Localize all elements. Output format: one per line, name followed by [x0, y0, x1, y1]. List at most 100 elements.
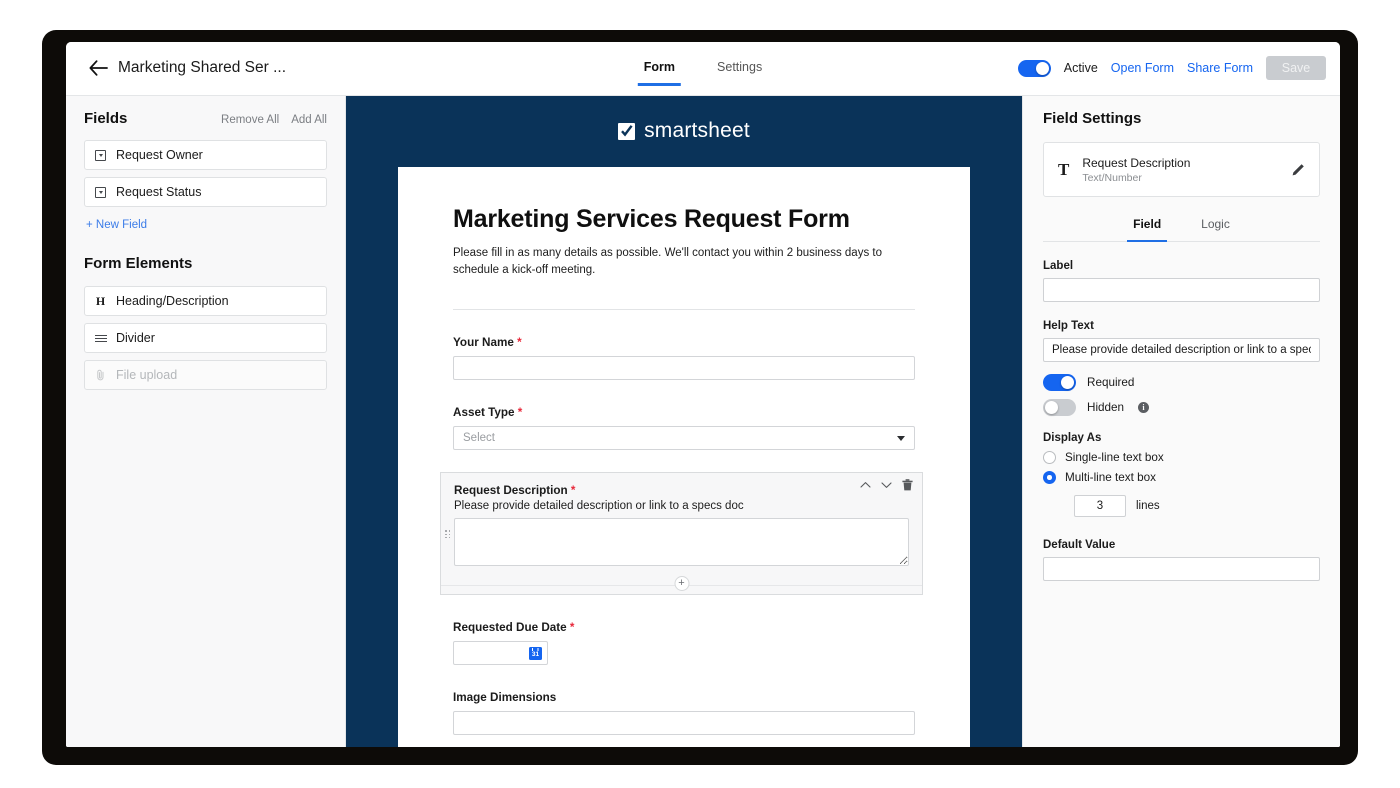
form-sheet: Marketing Services Request Form Please f…: [398, 167, 970, 747]
top-bar-actions: Active Open Form Share Form Save: [1018, 52, 1326, 84]
drag-handle-icon[interactable]: [445, 530, 450, 539]
radio-multi-line[interactable]: Multi-line text box: [1043, 471, 1320, 484]
form-title: Marketing Services Request Form: [453, 205, 915, 234]
requested-due-date-input[interactable]: 31: [453, 641, 548, 665]
form-field-label: Asset Type *: [453, 406, 915, 419]
save-button[interactable]: Save: [1266, 56, 1326, 80]
fields-title: Fields: [84, 110, 127, 127]
element-chip-heading-description[interactable]: H Heading/Description: [84, 286, 327, 316]
tab-settings[interactable]: Settings: [711, 60, 768, 86]
tab-logic[interactable]: Logic: [1201, 217, 1230, 241]
lines-row: lines: [1074, 495, 1320, 517]
active-toggle[interactable]: [1018, 60, 1051, 77]
required-toggle[interactable]: [1043, 374, 1076, 391]
open-form-link[interactable]: Open Form: [1111, 61, 1174, 75]
label-text: Asset Type: [453, 406, 515, 419]
field-chip-request-status[interactable]: Request Status: [84, 177, 327, 207]
selected-field-card-type: Text/Number: [1082, 172, 1278, 184]
back-button[interactable]: [84, 54, 112, 82]
help-text-setting-group: Help Text: [1043, 320, 1320, 362]
dropdown-box-icon: [94, 149, 107, 162]
remove-all-button[interactable]: Remove All: [221, 114, 279, 126]
document-title[interactable]: Marketing Shared Ser ...: [118, 54, 286, 82]
dropdown-box-icon: [94, 186, 107, 199]
element-chip-divider[interactable]: Divider: [84, 323, 327, 353]
chevron-down-icon[interactable]: [881, 481, 892, 489]
default-value-group: Default Value: [1043, 539, 1320, 581]
label-setting-group: Label: [1043, 260, 1320, 302]
selected-field-card[interactable]: T Request Description Text/Number: [1043, 142, 1320, 197]
top-bar: Marketing Shared Ser ... Form Settings A…: [66, 42, 1340, 96]
field-chip-label: Request Owner: [116, 148, 203, 162]
required-label: Required: [1087, 376, 1134, 389]
plus-icon[interactable]: +: [674, 576, 689, 591]
pencil-icon[interactable]: [1291, 163, 1305, 177]
text-type-icon: T: [1058, 161, 1069, 178]
element-chip-label: Divider: [116, 331, 155, 345]
label-text: Image Dimensions: [453, 691, 556, 704]
your-name-input[interactable]: [453, 356, 915, 380]
fields-actions: Remove All Add All: [221, 114, 327, 126]
help-text-setting-heading: Help Text: [1043, 320, 1320, 332]
request-description-textarea[interactable]: [454, 518, 909, 566]
form-elements-title: Form Elements: [84, 255, 327, 272]
required-setting-row: Required: [1043, 374, 1320, 391]
chevron-down-icon: [897, 436, 905, 441]
selected-field-block[interactable]: Request Description * Please provide det…: [440, 472, 923, 595]
form-field-label: Your Name *: [453, 336, 915, 349]
asset-type-select[interactable]: Select: [453, 426, 915, 450]
body-row: Fields Remove All Add All Request Owner: [66, 96, 1340, 747]
left-panel: Fields Remove All Add All Request Owner: [66, 96, 346, 747]
field-chip-label: Request Status: [116, 185, 201, 199]
field-settings-title: Field Settings: [1043, 110, 1320, 127]
add-all-button[interactable]: Add All: [291, 114, 327, 126]
label-setting-heading: Label: [1043, 260, 1320, 272]
form-field-your-name: Your Name *: [453, 336, 915, 380]
arrow-left-icon: [89, 60, 108, 76]
selected-field-card-name: Request Description: [1082, 156, 1278, 170]
label-text: Request Description: [454, 484, 568, 497]
share-form-link[interactable]: Share Form: [1187, 61, 1253, 75]
radio-single-line[interactable]: Single-line text box: [1043, 451, 1320, 464]
default-value-heading: Default Value: [1043, 539, 1320, 551]
tab-form[interactable]: Form: [638, 60, 681, 86]
element-chip-file-upload: File upload: [84, 360, 327, 390]
heading-icon: H: [94, 295, 107, 308]
default-value-input[interactable]: [1043, 557, 1320, 581]
element-chip-label: Heading/Description: [116, 294, 229, 308]
form-field-label: Image Dimensions: [453, 691, 915, 704]
element-chip-label: File upload: [116, 368, 177, 382]
hidden-label: Hidden: [1087, 401, 1124, 414]
calendar-icon: 31: [529, 647, 542, 660]
app-window: Marketing Shared Ser ... Form Settings A…: [66, 42, 1340, 747]
hidden-toggle[interactable]: [1043, 399, 1076, 416]
toggle-knob: [1045, 401, 1058, 414]
lines-input[interactable]: [1074, 495, 1126, 517]
form-field-label: Requested Due Date *: [453, 621, 915, 634]
field-chip-request-owner[interactable]: Request Owner: [84, 140, 327, 170]
radio-button-icon: [1043, 451, 1056, 464]
new-field-button[interactable]: + New Field: [86, 219, 147, 231]
field-settings-panel: Field Settings T Request Description Tex…: [1022, 96, 1340, 747]
label-text: Your Name: [453, 336, 514, 349]
required-asterisk: *: [568, 484, 576, 497]
selected-field-card-text: Request Description Text/Number: [1082, 156, 1278, 184]
form-field-asset-type: Asset Type * Select: [453, 406, 915, 450]
help-text-setting-input[interactable]: [1043, 338, 1320, 362]
required-asterisk: *: [567, 621, 575, 634]
radio-single-line-label: Single-line text box: [1065, 451, 1164, 464]
lines-unit-label: lines: [1136, 500, 1160, 512]
chevron-up-icon[interactable]: [860, 481, 871, 489]
trash-icon[interactable]: [902, 479, 913, 491]
label-text: Requested Due Date: [453, 621, 567, 634]
info-icon[interactable]: i: [1138, 402, 1149, 413]
smartsheet-check-logo-icon: [618, 123, 635, 140]
form-divider: [453, 309, 915, 310]
form-subtitle: Please fill in as many details as possib…: [453, 245, 905, 278]
smartsheet-brand: smartsheet: [346, 96, 1022, 161]
tab-field[interactable]: Field: [1133, 217, 1161, 241]
paperclip-icon: [94, 369, 107, 382]
add-field-strip: +: [441, 576, 922, 594]
label-setting-input[interactable]: [1043, 278, 1320, 302]
image-dimensions-input[interactable]: [453, 711, 915, 735]
